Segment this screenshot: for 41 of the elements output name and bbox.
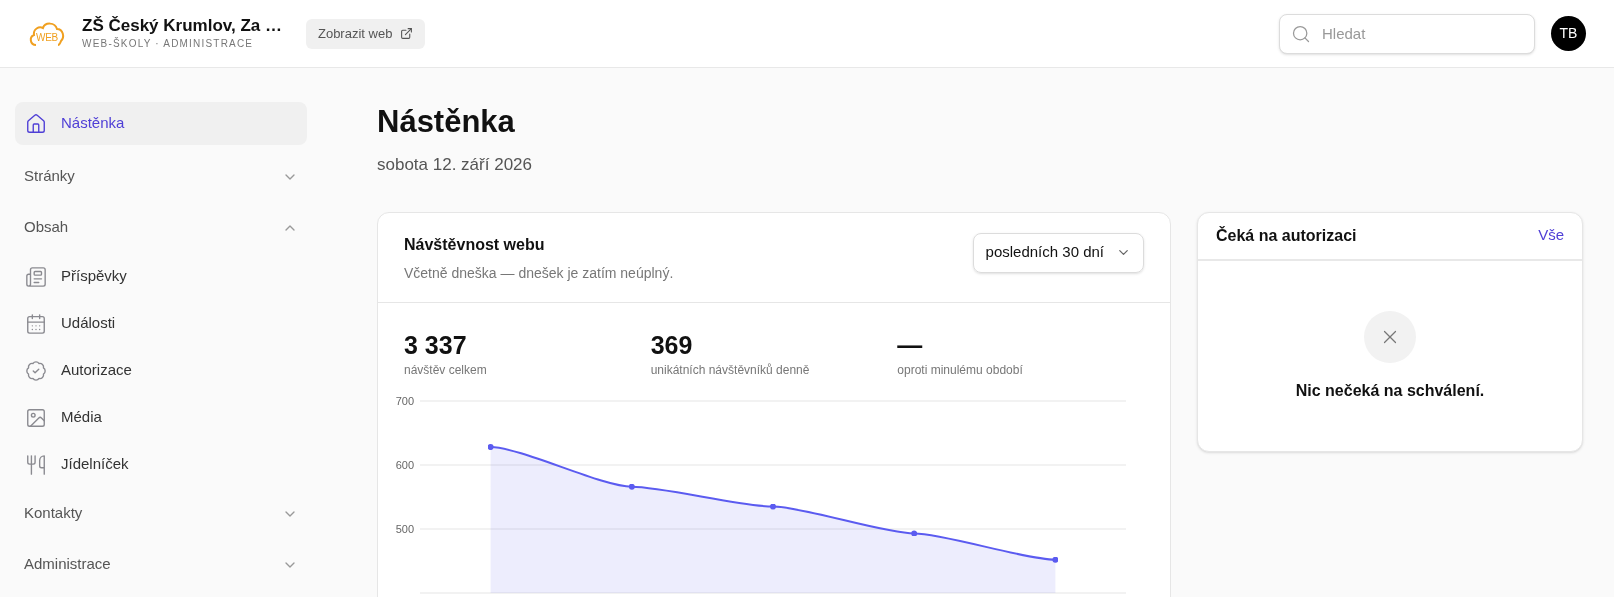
check-badge-icon xyxy=(25,359,47,382)
fork-icon xyxy=(25,453,47,476)
stat-label: návštěv celkem xyxy=(404,361,488,379)
nav-item[interactable]: Nástěnka xyxy=(15,102,307,145)
user-avatar[interactable]: TB xyxy=(1551,16,1586,51)
nav-item[interactable]: Události xyxy=(15,300,307,347)
view-all-link[interactable]: Vše xyxy=(1538,224,1564,247)
stat-value: 369 xyxy=(650,329,694,361)
stat-value: — xyxy=(897,329,924,361)
image-icon xyxy=(25,406,47,429)
search-icon xyxy=(1291,23,1311,44)
card-title: Čeká na autorizaci xyxy=(1216,225,1357,246)
nav-group-header[interactable]: Stránky xyxy=(15,151,307,202)
nav-item[interactable]: Autorizace xyxy=(15,347,307,394)
external-link-icon xyxy=(400,27,414,40)
home-icon xyxy=(25,112,47,135)
nav-group-header[interactable]: Administrace xyxy=(15,539,307,590)
nav-item[interactable]: Příspěvky xyxy=(15,253,307,300)
axis-tick-label: 600 xyxy=(395,458,414,471)
nav-group-header[interactable]: Obsah xyxy=(15,202,307,253)
newspaper-icon xyxy=(25,265,47,288)
stat-label: unikátních návštěvníků denně xyxy=(650,361,811,379)
axis-tick-label: 500 xyxy=(395,522,414,535)
calendar-icon xyxy=(25,312,47,335)
search-field[interactable]: Hledat xyxy=(1279,13,1535,54)
nav-item[interactable]: Jídelníček xyxy=(15,441,307,488)
period-select[interactable]: posledních 30 dní xyxy=(972,232,1144,273)
card-subtitle: Včetně dneška — dnešek je zatím neúplný. xyxy=(404,263,674,283)
empty-message: Nic nečeká na schválení. xyxy=(1295,380,1485,401)
cloud-logo: WEB xyxy=(28,18,66,49)
view-site-button[interactable]: Zobrazit web xyxy=(305,18,426,49)
nav-group-header[interactable]: Kontakty xyxy=(15,488,307,539)
nav-item[interactable]: Média xyxy=(15,394,307,441)
site-subtitle: WEB-ŠKOLY · ADMINISTRACE xyxy=(82,36,255,51)
card-title: Návštěvnost webu xyxy=(404,234,546,255)
site-name: ZŠ Český Krumlov, Za … xyxy=(82,15,282,36)
stat-value: 3 337 xyxy=(404,329,468,361)
axis-tick-label: 700 xyxy=(395,394,414,407)
page-title: Nástěnka xyxy=(377,103,516,141)
page-date: sobota 12. září 2026 xyxy=(377,154,533,176)
stat-label: oproti minulému období xyxy=(897,361,1024,379)
